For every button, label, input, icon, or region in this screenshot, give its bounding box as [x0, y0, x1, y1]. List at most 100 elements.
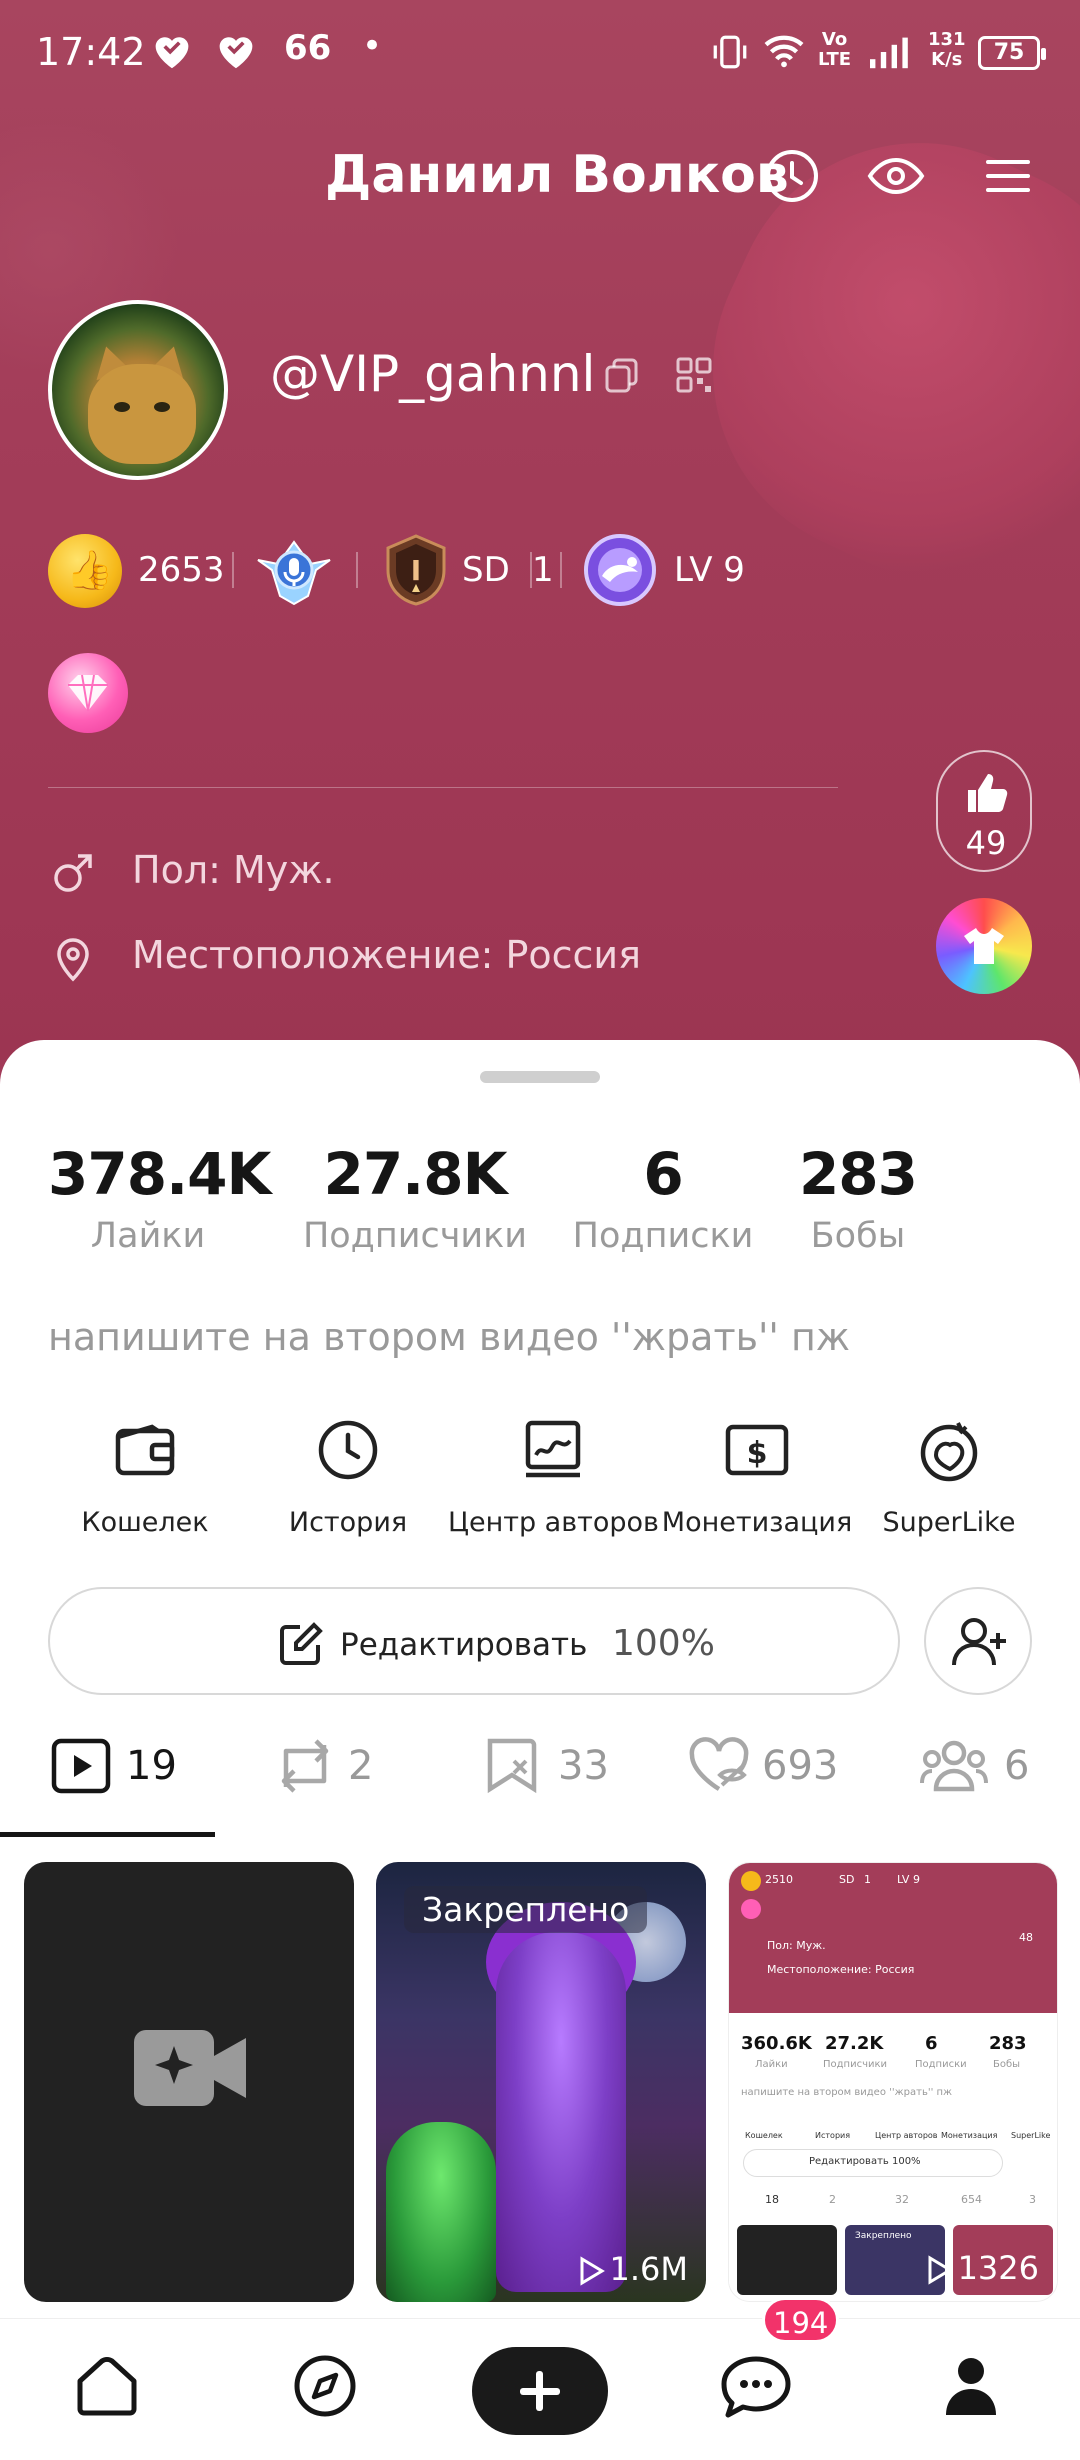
tool-label: История	[288, 1507, 408, 1538]
mini-stat-label: Подписки	[915, 2059, 967, 2070]
qr-code-icon[interactable]	[674, 355, 714, 395]
stat-label: Бобы	[810, 1216, 906, 1256]
discover-compass-icon[interactable]	[290, 2351, 360, 2421]
create-post-button[interactable]	[472, 2347, 608, 2435]
level-badge-icon[interactable]	[578, 530, 662, 610]
edit-icon	[280, 1622, 323, 1665]
eye-icon[interactable]	[866, 146, 926, 206]
location-text: Местоположение: Россия	[132, 933, 641, 977]
video-camera-sparkle-icon	[134, 2030, 246, 2106]
stat-likes[interactable]: 378.4K Лайки	[48, 1140, 271, 1256]
create-video-tile[interactable]	[24, 1862, 354, 2302]
art-figure-purple	[496, 1932, 626, 2292]
quote-app-icon: 66	[284, 28, 332, 68]
mini-tool: Центр авторов	[875, 2131, 938, 2140]
mini-stat: 283	[989, 2033, 1027, 2054]
tab-count: 19	[126, 1743, 177, 1789]
play-icon	[580, 2256, 605, 2286]
add-friend-button[interactable]	[924, 1587, 1032, 1695]
sheet-drag-handle[interactable]	[480, 1071, 600, 1083]
mini-tool: SuperLike	[1011, 2131, 1051, 2140]
home-icon[interactable]	[72, 2351, 142, 2421]
mini-stat: 360.6K	[741, 2033, 812, 2054]
tab-count: 2	[348, 1743, 374, 1789]
mini-likes: 48	[1019, 1931, 1033, 1944]
history-clock-icon[interactable]	[762, 146, 822, 206]
svg-text:I: I	[411, 554, 421, 587]
menu-icon[interactable]	[978, 146, 1038, 206]
mini-stat: 6	[925, 2033, 938, 2054]
content-tabs: 19 2 33 693 6	[0, 1735, 1080, 1835]
avatar[interactable]	[48, 300, 228, 480]
profile-name-title: Даниил Волков	[325, 145, 789, 205]
mini-stat: 27.2K	[825, 2033, 884, 2054]
repost-icon	[281, 1739, 329, 1793]
messages-icon[interactable]	[718, 2351, 794, 2421]
creator-tools-row: Кошелек История Центр авторов $ Монетиза…	[0, 1415, 1080, 1545]
edit-profile-button[interactable]: Редактировать 100%	[48, 1587, 900, 1695]
tab-count: 693	[762, 1743, 839, 1789]
svg-text:$: $	[747, 1436, 768, 1471]
level-label: LV 9	[674, 550, 745, 590]
gender-row: Пол: Муж.	[48, 842, 848, 902]
mini-edit: Редактировать 100%	[809, 2156, 921, 2167]
profile-icon[interactable]	[936, 2351, 1006, 2421]
stat-following[interactable]: 6 Подписки	[570, 1140, 756, 1256]
username-handle: @VIP_gahnnl	[270, 345, 596, 403]
mini-rank-value: 1	[864, 1873, 871, 1886]
tool-wallet[interactable]: Кошелек	[40, 1415, 250, 1538]
notification-dot-icon: •	[362, 26, 383, 66]
play-icon	[928, 2255, 953, 2285]
video-icon	[51, 1738, 111, 1794]
dollar-icon: $	[725, 1424, 789, 1476]
stat-label: Лайки	[90, 1216, 206, 1256]
hidden-like-icon	[689, 1737, 749, 1791]
location-row: Местоположение: Россия	[48, 927, 848, 987]
vibrate-icon	[710, 34, 750, 79]
profile-like-count: 49	[965, 824, 1007, 862]
location-pin-icon	[57, 938, 89, 982]
signal-icon	[866, 34, 910, 79]
active-tab-indicator	[0, 1832, 215, 1837]
microphone-badge-icon[interactable]	[252, 530, 336, 610]
stat-value: 6	[643, 1140, 683, 1208]
edit-profile-label: Редактировать	[340, 1627, 588, 1663]
stat-value: 27.8K	[323, 1140, 507, 1208]
tool-label: Монетизация	[661, 1507, 853, 1538]
coin-count: 2653	[138, 550, 225, 590]
pinned-label: Закреплено	[404, 1886, 648, 1933]
tool-label: Кошелек	[81, 1507, 209, 1538]
tool-creator-center[interactable]: Центр авторов	[448, 1415, 658, 1538]
tool-monetization[interactable]: $ Монетизация	[652, 1415, 862, 1538]
tshirt-icon	[964, 928, 1004, 964]
mini-stat-label: Бобы	[993, 2059, 1021, 2070]
view-count: 1326	[926, 2249, 1039, 2287]
superlike-icon	[920, 1422, 978, 1482]
tab-count: 33	[558, 1743, 609, 1789]
mini-coins: 2510	[765, 1873, 793, 1886]
theme-shirt-button[interactable]	[936, 898, 1032, 994]
art-figure-green	[386, 2122, 496, 2302]
stat-followers[interactable]: 27.8K Подписчики	[300, 1140, 530, 1256]
mini-location: Местоположение: Россия	[767, 1963, 915, 1976]
stat-beans[interactable]: 283 Бобы	[790, 1140, 926, 1256]
male-icon	[54, 854, 92, 892]
copy-icon[interactable]	[602, 355, 642, 395]
stat-label: Подписчики	[302, 1216, 528, 1256]
tool-history[interactable]: История	[243, 1415, 453, 1538]
rank-shield-icon[interactable]: I	[378, 532, 454, 608]
bottom-navigation: 194	[0, 2297, 1080, 2460]
profile-like-button[interactable]: 49	[936, 750, 1032, 872]
video-tile-screenshot[interactable]: 2510 SD 1 LV 9 Пол: Муж. Местоположение:…	[728, 1862, 1058, 2302]
video-tile-pinned[interactable]: Закреплено 1.6M	[376, 1862, 706, 2302]
mini-pinned: Закреплено	[855, 2231, 912, 2241]
diamond-icon[interactable]	[48, 653, 128, 733]
tool-superlike[interactable]: SuperLike	[854, 1415, 1044, 1538]
divider	[48, 787, 838, 788]
tab-count: 6	[1004, 1743, 1030, 1789]
mini-level: LV 9	[897, 1873, 920, 1886]
status-bar: 17:42 66 • Vo LTE 131 K/s 75	[0, 0, 1080, 110]
stat-value: 378.4K	[48, 1140, 271, 1208]
battery-indicator: 75	[978, 36, 1046, 70]
coin-icon[interactable]: 👍	[48, 534, 122, 608]
